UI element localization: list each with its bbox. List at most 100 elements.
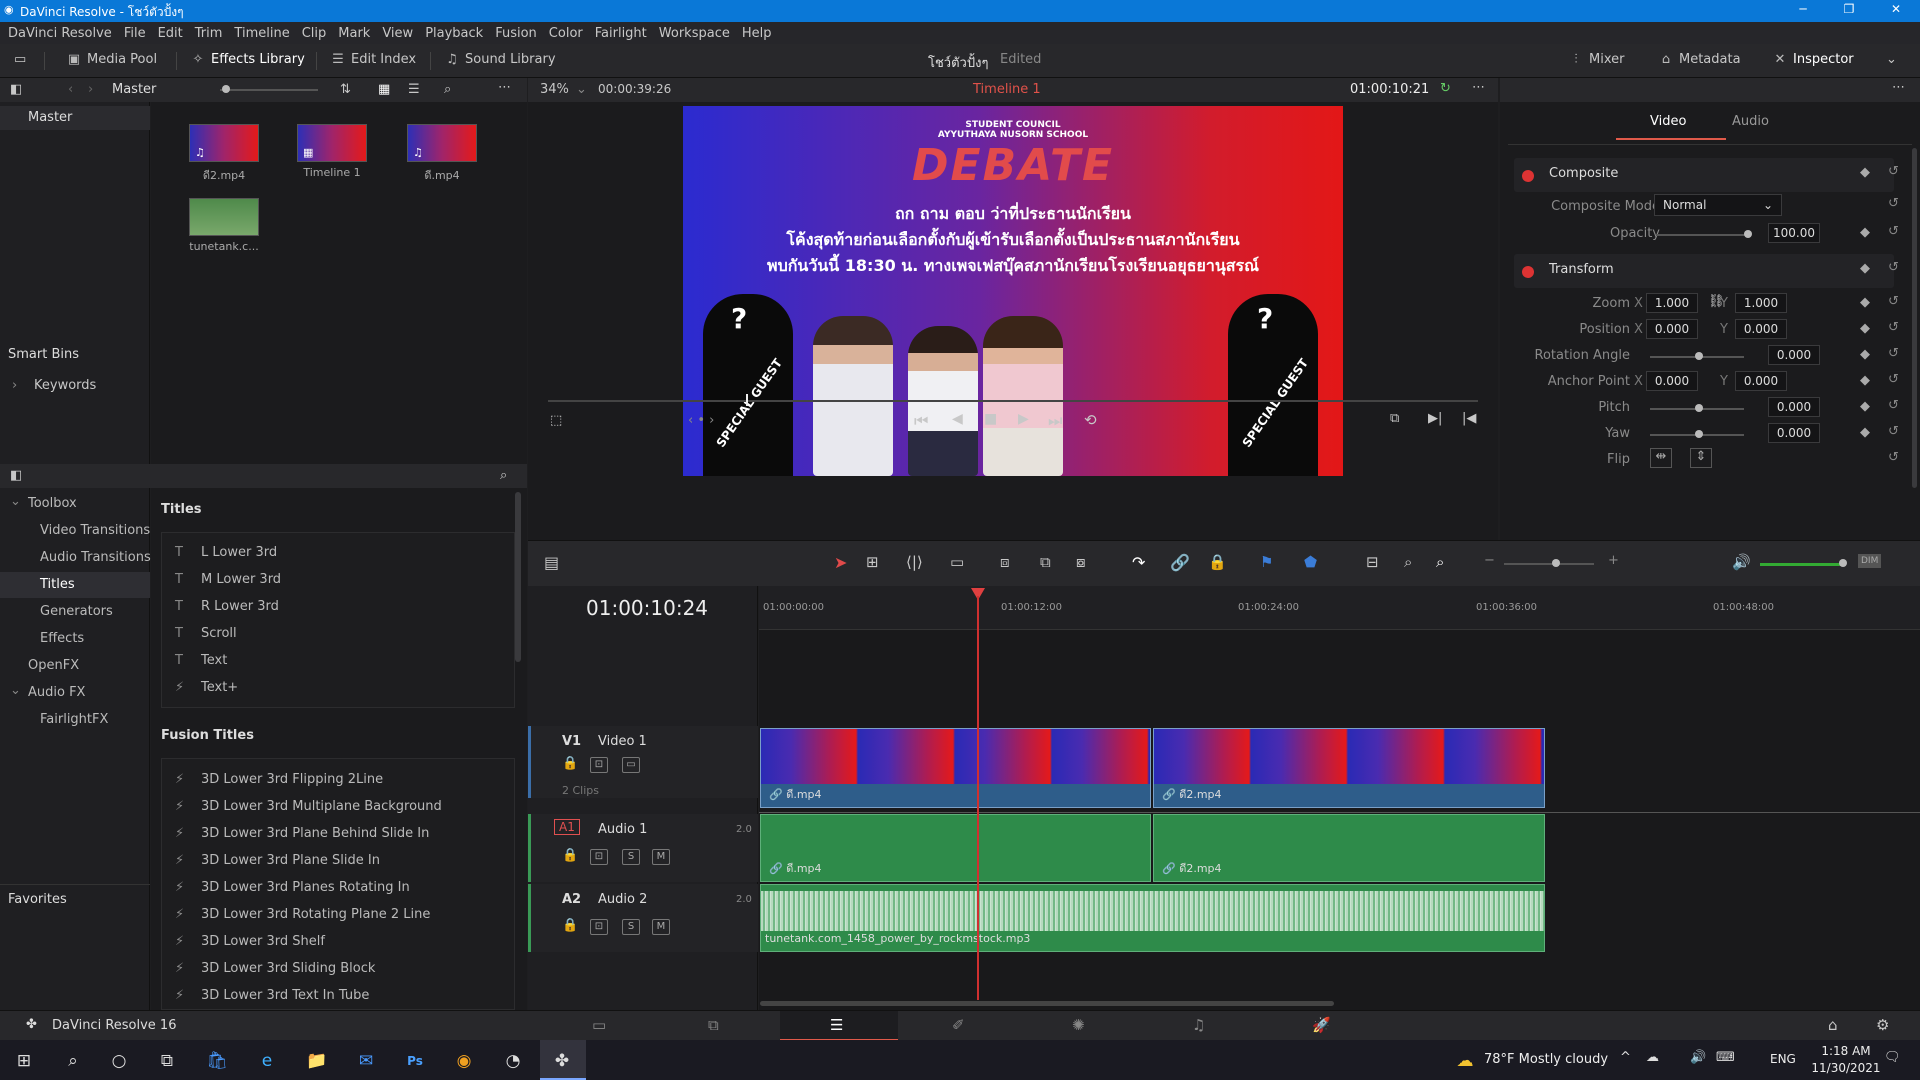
reverse-play-icon[interactable]: ◀	[952, 411, 963, 427]
go-to-start-icon[interactable]: ⏮	[914, 411, 928, 431]
menu-item-fusion[interactable]: Fusion	[495, 26, 537, 41]
rotation-field[interactable]: 0.000	[1768, 345, 1820, 365]
search-icon[interactable]: ⌕	[444, 82, 451, 97]
transform-toggle[interactable]	[1522, 266, 1534, 278]
deliver-page-icon[interactable]: 🚀	[1312, 1016, 1331, 1034]
timeline-zoom-slider[interactable]	[1504, 563, 1594, 565]
reset-icon[interactable]: ↺	[1888, 346, 1899, 361]
list-item[interactable]: ⚡ Text+	[175, 680, 238, 695]
tree-effects[interactable]: Effects	[40, 631, 84, 646]
marker-icon[interactable]: ⬟	[1304, 553, 1317, 571]
photoshop-icon[interactable]: Ps	[404, 1050, 426, 1072]
anchor-x-field[interactable]: 0.000	[1646, 371, 1698, 391]
more-options-icon[interactable]: ⋯	[498, 80, 511, 95]
pitch-slider-knob[interactable]	[1695, 404, 1703, 412]
full-extent-zoom-icon[interactable]: ⊟	[1366, 553, 1379, 571]
position-x-field[interactable]: 0.000	[1646, 319, 1698, 339]
zoom-out-icon[interactable]: −	[1484, 553, 1495, 568]
zoom-level[interactable]: 34%	[540, 82, 569, 97]
video-clip[interactable]: 🔗 ดี2.mp4	[1153, 728, 1545, 808]
menu-item-playback[interactable]: Playback	[425, 26, 483, 41]
auto-select-icon[interactable]: ⊡	[590, 757, 608, 773]
more-options-icon[interactable]: ⋯	[1892, 80, 1905, 95]
keyframe-icon[interactable]: ◆	[1860, 425, 1870, 440]
nav-back-icon[interactable]: ‹	[68, 82, 73, 97]
pitch-field[interactable]: 0.000	[1768, 397, 1820, 417]
volume-icon[interactable]: 🔊	[1690, 1050, 1706, 1065]
tab-video[interactable]: Video	[1650, 114, 1686, 129]
track-name-a2[interactable]: Audio 2	[598, 892, 647, 907]
next-edit-icon[interactable]: ▶|	[1428, 411, 1442, 426]
flip-horizontal-icon[interactable]: ⇹	[1650, 448, 1672, 468]
bin-master[interactable]: Master	[28, 110, 72, 125]
auto-select-icon[interactable]: ⊡	[590, 919, 608, 935]
replace-clip-icon[interactable]: ⧇	[1076, 553, 1086, 571]
menu-item-file[interactable]: File	[124, 26, 146, 41]
cortana-icon[interactable]: ○	[108, 1050, 130, 1072]
chevron-down-icon[interactable]: ⌄	[10, 683, 21, 698]
file-explorer-icon[interactable]: 📁	[306, 1050, 328, 1072]
trim-tool-icon[interactable]: ⊞	[866, 553, 879, 571]
media-clip[interactable]: ♫ ดี.mp4	[387, 124, 497, 184]
home-icon[interactable]: ⌂	[1828, 1016, 1838, 1034]
close-button[interactable]: ✕	[1876, 2, 1916, 16]
color-page-icon[interactable]: ✺	[1072, 1016, 1085, 1034]
timeline-selector[interactable]: Timeline 1	[973, 82, 1041, 97]
list-item[interactable]: ⚡ 3D Lower 3rd Plane Behind Slide In	[175, 826, 429, 841]
chrome-icon[interactable]: ◉	[453, 1050, 475, 1072]
volume-knob[interactable]	[1839, 559, 1847, 567]
composite-mode-select[interactable]: Normal ⌄	[1654, 194, 1782, 216]
list-item[interactable]: TL Lower 3rd	[175, 545, 277, 560]
keyframe-icon[interactable]: ◆	[1860, 399, 1870, 414]
flip-vertical-icon[interactable]: ⇕	[1690, 448, 1712, 468]
stop-icon[interactable]: ■	[984, 411, 997, 427]
selection-tool-icon[interactable]: ➤	[834, 553, 847, 572]
list-item[interactable]: ⚡ 3D Lower 3rd Rotating Plane 2 Line	[175, 907, 430, 922]
insert-clip-icon[interactable]: ⧈	[1000, 553, 1010, 571]
keyframe-icon[interactable]: ◆	[1860, 261, 1870, 276]
overwrite-clip-icon[interactable]: ⧉	[1040, 553, 1051, 571]
mute-button[interactable]: M	[652, 919, 670, 935]
sidebar-toggle-icon[interactable]: ◧	[10, 468, 22, 483]
sidebar-toggle-icon[interactable]: ◧	[10, 82, 22, 97]
dynamic-trim-icon[interactable]: ⟨|⟩	[906, 553, 923, 571]
position-lock-icon[interactable]: 🔒	[1208, 553, 1227, 571]
list-item[interactable]: TR Lower 3rd	[175, 599, 279, 614]
list-item[interactable]: T Scroll	[175, 626, 237, 641]
sound-library-button[interactable]: ♫ Sound Library	[444, 52, 555, 67]
search-icon[interactable]: ⌕	[500, 468, 507, 483]
reset-icon[interactable]: ↺	[1888, 450, 1899, 465]
list-item[interactable]: TM Lower 3rd	[175, 572, 281, 587]
reset-icon[interactable]: ↺	[1888, 398, 1899, 413]
zoom-in-icon[interactable]: +	[1608, 553, 1619, 568]
go-to-end-icon[interactable]: ⏭	[1048, 411, 1062, 431]
thumb-size-knob[interactable]	[222, 85, 230, 93]
weather-text[interactable]: 78°F Mostly cloudy	[1484, 1052, 1608, 1067]
clock-time[interactable]: 1:18 AM	[1810, 1044, 1882, 1058]
store-icon[interactable]: 🛍	[206, 1050, 228, 1072]
task-view-icon[interactable]: ⧉	[156, 1050, 178, 1072]
media-clip[interactable]: tunetank.c...	[169, 198, 279, 253]
fairlight-page-icon[interactable]: ♫	[1192, 1016, 1205, 1034]
list-item[interactable]: ⚡ 3D Lower 3rd Flipping 2Line	[175, 772, 383, 787]
chevron-down-icon[interactable]: ⌄	[576, 82, 587, 97]
language-indicator[interactable]: ENG	[1770, 1052, 1796, 1066]
lock-icon[interactable]: 🔒	[562, 918, 578, 933]
tab-audio[interactable]: Audio	[1732, 114, 1769, 129]
mixer-button[interactable]: ⫶ Mixer	[1568, 52, 1624, 67]
network-icon[interactable]: ☁	[1646, 1050, 1659, 1065]
nav-forward-icon[interactable]: ›	[88, 82, 93, 97]
keyframe-icon[interactable]: ◆	[1860, 225, 1870, 240]
track-id-a1[interactable]: A1	[554, 819, 580, 835]
timeline-scrollbar[interactable]	[760, 1001, 1334, 1006]
blade-tool-icon[interactable]: ▭	[950, 553, 964, 571]
tree-titles[interactable]: Titles	[40, 577, 75, 592]
tree-toolbox[interactable]: Toolbox	[28, 496, 77, 511]
reset-icon[interactable]: ↺	[1888, 196, 1899, 211]
audio-clip[interactable]: 🔗 ดี2.mp4	[1153, 814, 1545, 882]
auto-select-icon[interactable]: ⊡	[590, 849, 608, 865]
list-item[interactable]: ⚡ 3D Lower 3rd Sliding Block	[175, 961, 375, 976]
sort-icon[interactable]: ⇅	[340, 82, 351, 97]
menu-item-edit[interactable]: Edit	[158, 26, 183, 41]
menu-item-trim[interactable]: Trim	[195, 26, 223, 41]
